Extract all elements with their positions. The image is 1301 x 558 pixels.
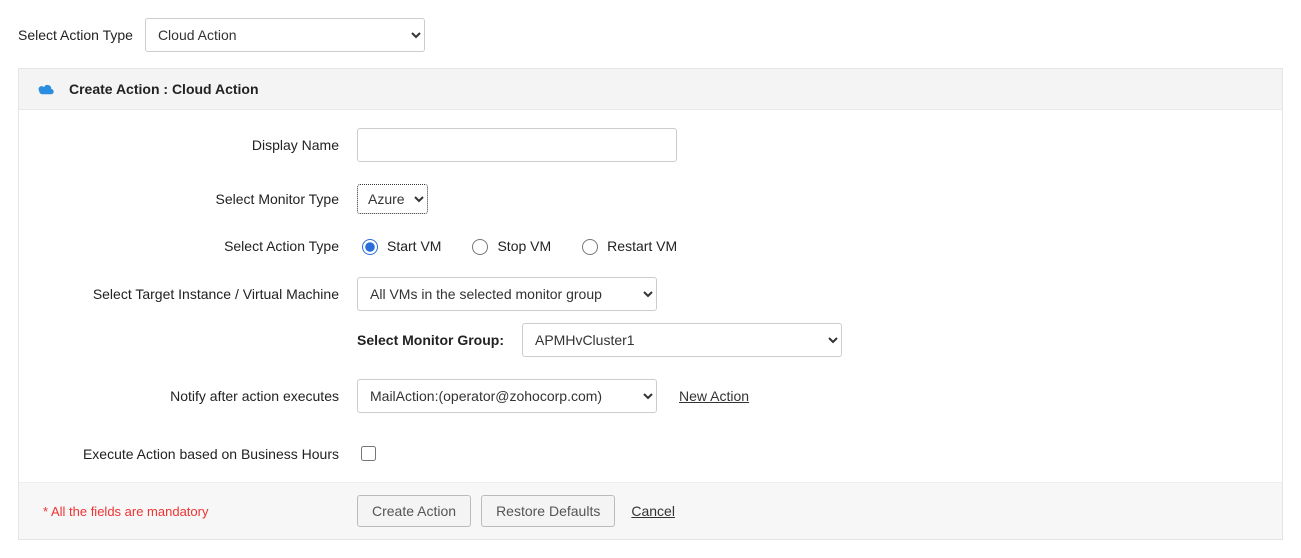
radio-start-vm[interactable]: Start VM (357, 236, 441, 255)
radio-start-vm-label: Start VM (387, 238, 441, 254)
target-instance-label: Select Target Instance / Virtual Machine (37, 286, 357, 302)
cloud-icon (37, 82, 55, 96)
display-name-label: Display Name (37, 137, 357, 153)
new-action-link[interactable]: New Action (679, 388, 749, 404)
monitor-type-label: Select Monitor Type (37, 191, 357, 207)
notify-label: Notify after action executes (37, 388, 357, 404)
display-name-input[interactable] (357, 128, 677, 162)
create-action-panel: Create Action : Cloud Action Display Nam… (18, 68, 1283, 540)
monitor-type-select[interactable]: Azure (357, 184, 428, 214)
radio-stop-vm-label: Stop VM (497, 238, 551, 254)
top-action-type-select[interactable]: Cloud Action (145, 18, 425, 52)
radio-stop-vm[interactable]: Stop VM (467, 236, 551, 255)
restore-defaults-button[interactable]: Restore Defaults (481, 495, 615, 527)
mandatory-note: * All the fields are mandatory (37, 504, 357, 519)
radio-restart-vm-label: Restart VM (607, 238, 677, 254)
panel-footer: * All the fields are mandatory Create Ac… (19, 482, 1282, 539)
radio-restart-vm[interactable]: Restart VM (577, 236, 677, 255)
radio-stop-vm-input[interactable] (472, 239, 488, 255)
top-action-type-label: Select Action Type (18, 27, 133, 43)
panel-header: Create Action : Cloud Action (19, 69, 1282, 110)
monitor-group-select[interactable]: APMHvCluster1 (522, 323, 842, 357)
create-action-button[interactable]: Create Action (357, 495, 471, 527)
radio-start-vm-input[interactable] (362, 239, 378, 255)
business-hours-checkbox[interactable] (361, 446, 376, 461)
business-hours-label: Execute Action based on Business Hours (37, 446, 357, 462)
radio-restart-vm-input[interactable] (582, 239, 598, 255)
panel-title: Create Action : Cloud Action (69, 81, 259, 97)
notify-select[interactable]: MailAction:(operator@zohocorp.com) (357, 379, 657, 413)
action-type-label: Select Action Type (37, 238, 357, 254)
monitor-group-label: Select Monitor Group: (357, 332, 504, 348)
target-instance-select[interactable]: All VMs in the selected monitor group (357, 277, 657, 311)
cancel-link[interactable]: Cancel (631, 503, 675, 519)
